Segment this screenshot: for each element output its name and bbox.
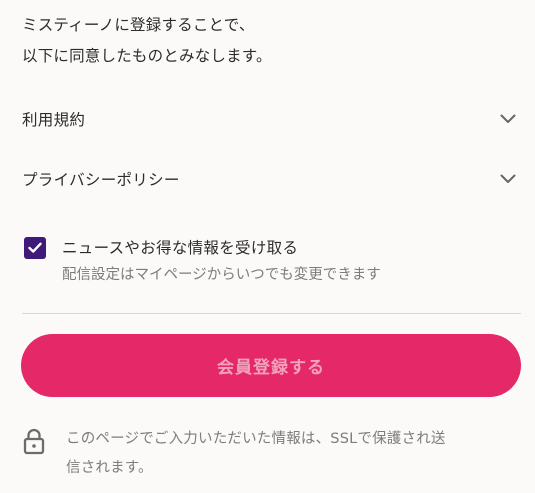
newsletter-label[interactable]: ニュースやお得な情報を受け取る [62,234,381,262]
divider [22,313,521,314]
newsletter-option: ニュースやお得な情報を受け取る 配信設定はマイページからいつでも変更できます [24,234,504,288]
terms-accordion-label: 利用規約 [22,111,86,129]
ssl-notice: このページでご入力いただいた情報は、SSLで保護され送 信されます。 [22,425,522,483]
newsletter-checkbox[interactable] [24,237,46,259]
chevron-down-icon [500,171,516,187]
privacy-policy-accordion[interactable]: プライバシーポリシー [22,161,522,197]
lock-icon [23,428,45,455]
intro-line-1: ミスティーノに登録することで、 [22,16,255,34]
intro-line-2: 以下に同意したものとみなします。 [22,47,272,65]
chevron-down-icon [500,111,516,127]
ssl-notice-line-1: このページでご入力いただいた情報は、SSLで保護され送 [66,431,446,447]
ssl-notice-line-2: 信されます。 [66,460,153,476]
consent-intro: ミスティーノに登録することで、 以下に同意したものとみなします。 [22,10,512,72]
checkmark-icon [28,242,42,253]
newsletter-sublabel: 配信設定はマイページからいつでも変更できます [62,267,381,283]
register-button[interactable]: 会員登録する [21,334,521,397]
terms-accordion[interactable]: 利用規約 [22,101,522,137]
privacy-policy-accordion-label: プライバシーポリシー [22,171,180,189]
